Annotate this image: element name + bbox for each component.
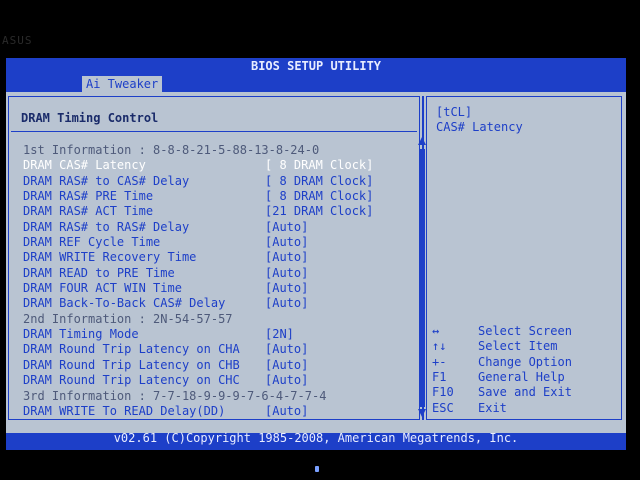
setting-label: DRAM Timing Mode [23, 327, 139, 342]
info-row: 1st Information : 8-8-8-21-5-88-13-8-24-… [23, 143, 417, 158]
setting-row[interactable]: DRAM FOUR ACT WIN Time [Auto] [23, 281, 417, 296]
setting-label: DRAM REF Cycle Time [23, 235, 161, 250]
setting-label: DRAM RAS# ACT Time [23, 204, 154, 219]
setting-label: DRAM RAS# to CAS# Delay [23, 173, 190, 188]
setting-row[interactable]: DRAM Round Trip Latency on CHA [Auto] [23, 342, 417, 357]
setting-row[interactable]: DRAM Back-To-Back CAS# Delay [Auto] [23, 296, 417, 311]
setting-label: DRAM FOUR ACT WIN Time [23, 281, 182, 296]
setting-value[interactable]: [Auto] [265, 266, 308, 281]
setting-value[interactable]: [ 8 DRAM Clock] [265, 189, 373, 204]
setting-value[interactable]: [Auto] [265, 404, 308, 419]
panel-divider [422, 96, 424, 420]
setting-row[interactable]: DRAM RAS# to RAS# Delay [Auto] [23, 220, 417, 235]
key-name: +- [432, 354, 447, 369]
tab-ai-tweaker[interactable]: Ai Tweaker [82, 76, 163, 92]
key-name: F10 [432, 385, 454, 400]
setting-label: 3rd Information : 7-7-18-9-9-9-7-6-4-7-7… [23, 388, 327, 403]
setting-row[interactable]: DRAM CAS# Latency [ 8 DRAM Clock] [23, 158, 417, 173]
setting-label: DRAM Round Trip Latency on CHB [23, 357, 240, 372]
setting-value[interactable]: [Auto] [265, 342, 308, 357]
setting-row[interactable]: DRAM READ to PRE Time [Auto] [23, 266, 417, 281]
key-legend-row: F10 Save and Exit [432, 385, 622, 400]
key-description: Select Item [478, 339, 558, 354]
settings-box: DRAM Timing Control 1st Information : 8-… [8, 96, 426, 420]
setting-row[interactable]: DRAM RAS# to CAS# Delay [ 8 DRAM Clock] [23, 174, 417, 189]
info-row: 2nd Information : 2N-54-57-57 [23, 312, 417, 327]
key-legend-row: +- Change Option [432, 355, 622, 370]
setting-label: DRAM RAS# to RAS# Delay [23, 219, 190, 234]
setting-row[interactable]: DRAM RAS# PRE Time [ 8 DRAM Clock] [23, 189, 417, 204]
key-legend: ↔ Select Screen ↑↓ Select Item +- Change Opti… [432, 324, 622, 416]
key-legend-row: ESC Exit [432, 401, 622, 416]
setting-label: DRAM CAS# Latency [23, 158, 146, 173]
key-legend-row: F1 General Help [432, 370, 622, 385]
tab-bar: Ai Tweaker [6, 76, 626, 92]
bios-title: BIOS SETUP UTILITY [250, 59, 382, 73]
help-text: [tCL] CAS# Latency [436, 105, 523, 135]
key-description: Change Option [478, 354, 572, 369]
power-led [315, 466, 319, 472]
help-line-1: [tCL] [436, 105, 473, 119]
key-name: ↔ [432, 324, 440, 338]
setting-value[interactable]: [Auto] [265, 250, 308, 265]
help-line-2: CAS# Latency [436, 120, 523, 134]
setting-value[interactable]: [2N] [265, 327, 294, 342]
setting-value[interactable]: [Auto] [265, 373, 308, 388]
setting-value[interactable]: [Auto] [265, 235, 308, 250]
copyright-footer: v02.61 (C)Copyright 1985-2008, American … [113, 431, 519, 445]
setting-value[interactable]: [Auto] [265, 358, 308, 373]
setting-label: DRAM READ to PRE Time [23, 265, 175, 280]
setting-label: 2nd Information : 2N-54-57-57 [23, 311, 233, 326]
setting-value[interactable]: [21 DRAM Clock] [265, 204, 373, 219]
setting-label: 1st Information : 8-8-8-21-5-88-13-8-24-… [23, 143, 320, 157]
setting-row[interactable]: DRAM RAS# ACT Time [21 DRAM Clock] [23, 204, 417, 219]
key-description: General Help [478, 370, 565, 385]
section-title: DRAM Timing Control [21, 111, 159, 125]
monitor-brand-watermark: ASUS [2, 34, 33, 47]
key-name: F1 [432, 370, 447, 385]
setting-row[interactable]: DRAM Timing Mode [2N] [23, 327, 417, 342]
setting-value[interactable]: [Auto] [265, 296, 308, 311]
setting-label: DRAM Round Trip Latency on CHA [23, 342, 240, 357]
setting-label: DRAM Back-To-Back CAS# Delay [23, 296, 226, 311]
settings-list: 1st Information : 8-8-8-21-5-88-13-8-24-… [23, 143, 417, 419]
key-description: Save and Exit [478, 385, 572, 400]
setting-row[interactable]: DRAM Round Trip Latency on CHC [Auto] [23, 373, 417, 388]
setting-label: DRAM RAS# PRE Time [23, 189, 154, 204]
key-description: Exit [478, 400, 507, 415]
setting-row[interactable]: DRAM Round Trip Latency on CHB [Auto] [23, 358, 417, 373]
key-legend-row: ↔ Select Screen [432, 324, 622, 339]
setting-value[interactable]: [Auto] [265, 281, 308, 296]
setting-label: DRAM WRITE To READ Delay(DD) [23, 403, 226, 418]
section-divider [11, 131, 417, 132]
bios-screen: BIOS SETUP UTILITY Ai Tweaker DRAM Timin… [6, 58, 626, 450]
key-name: ↑↓ [432, 339, 447, 354]
setting-row[interactable]: DRAM WRITE To READ Delay(DD) [Auto] [23, 404, 417, 419]
setting-label: DRAM WRITE Recovery Time [23, 250, 197, 265]
main-panel: DRAM Timing Control 1st Information : 8-… [6, 92, 626, 433]
key-legend-row: ↑↓ Select Item [432, 339, 622, 354]
key-description: Select Screen [478, 324, 572, 338]
info-row: 3rd Information : 7-7-18-9-9-9-7-6-4-7-7… [23, 389, 417, 404]
setting-label: DRAM Round Trip Latency on CHC [23, 373, 240, 388]
setting-row[interactable]: DRAM REF Cycle Time [Auto] [23, 235, 417, 250]
setting-value[interactable]: [Auto] [265, 220, 308, 235]
setting-row[interactable]: DRAM WRITE Recovery Time [Auto] [23, 250, 417, 265]
key-name: ESC [432, 400, 454, 415]
setting-value[interactable]: [ 8 DRAM Clock] [265, 158, 373, 173]
setting-value[interactable]: [ 8 DRAM Clock] [265, 174, 373, 189]
